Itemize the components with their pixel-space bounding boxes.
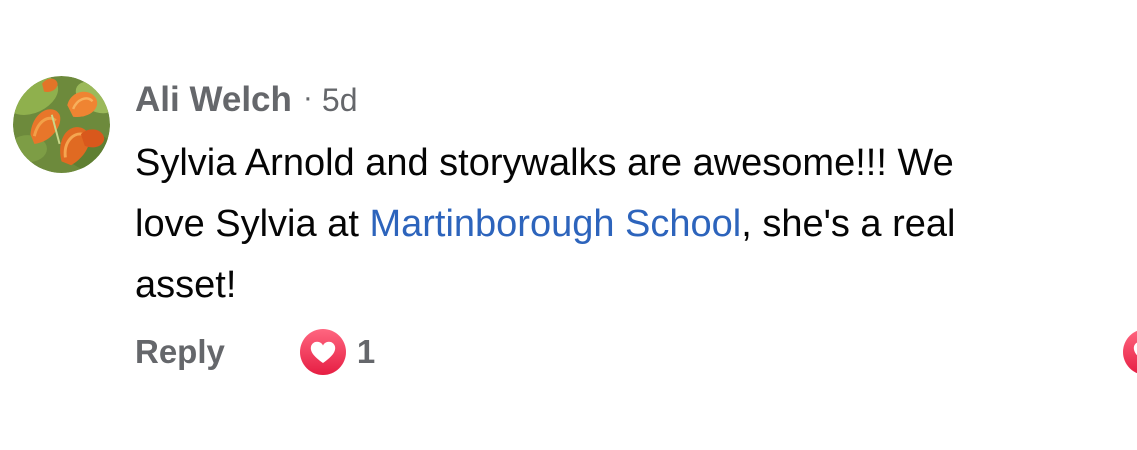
love-reaction-button-icon[interactable] — [1122, 328, 1137, 376]
comment-text-line1: Sylvia Arnold and storywalks are awesome… — [135, 142, 954, 184]
comment-text: Sylvia Arnold and storywalks are awesome… — [135, 133, 1135, 316]
comment-text-line3: asset! — [135, 264, 237, 306]
reaction-summary[interactable]: 1 — [299, 328, 375, 376]
comment-text-line2-prefix: love Sylvia at — [135, 203, 370, 245]
separator-dot: · — [302, 81, 313, 114]
comment-text-line2-suffix: , she's a real — [741, 203, 956, 245]
comment: Ali Welch · 5d Sylvia Arnold and storywa… — [0, 0, 1137, 450]
reply-button[interactable]: Reply — [135, 333, 225, 371]
comment-header: Ali Welch · 5d — [135, 78, 357, 122]
author-name[interactable]: Ali Welch — [135, 80, 292, 120]
comment-actions: Reply 1 — [135, 326, 375, 378]
comment-timestamp[interactable]: 5d — [322, 82, 358, 119]
author-avatar[interactable] — [13, 76, 110, 173]
mention-link[interactable]: Martinborough School — [369, 203, 741, 245]
love-heart-icon — [299, 329, 346, 375]
reaction-count: 1 — [356, 333, 376, 370]
